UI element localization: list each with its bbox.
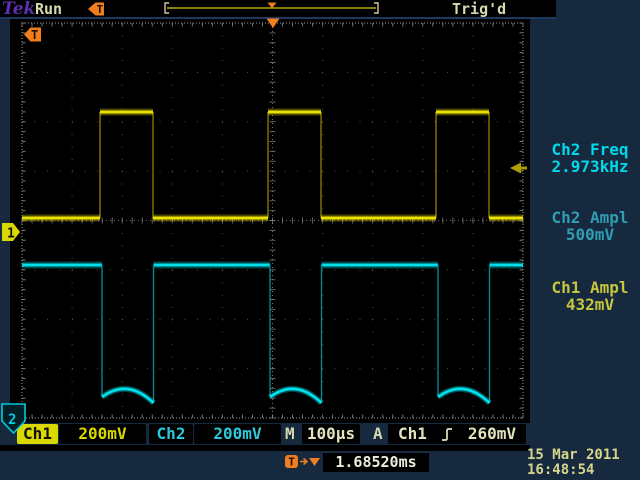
rising-edge-icon [441, 427, 453, 442]
trigger-source-readout: Ch1 260mV [388, 424, 526, 444]
measurement-value: 2.973kHz [540, 158, 640, 175]
ch2-scale-readout: 200mV [194, 424, 281, 444]
timebase-label: M [285, 424, 301, 444]
graticule-background [10, 19, 530, 423]
oscilloscope-screen: Tek Run Trig'd Ch2 Freq 2.973kHz Ch2 Amp… [0, 0, 640, 480]
trigger-status: Trig'd [452, 0, 506, 18]
measurement-ch2-freq: Ch2 Freq 2.973kHz [540, 141, 640, 175]
statusbar-underline [0, 445, 530, 451]
time-label: 16:48:54 [527, 462, 637, 478]
measurement-label: Ch1 Ampl [540, 279, 640, 296]
svg-text:T: T [288, 456, 295, 469]
date-label: 15 Mar 2011 [527, 447, 637, 463]
timebase-readout: 100µs [302, 424, 360, 444]
measurement-label: Ch2 Ampl [540, 209, 640, 226]
trigger-mode-label: A [373, 424, 387, 444]
ch1-scale-readout: 200mV [59, 424, 146, 444]
ch2-channel-badge: Ch2 [149, 424, 193, 444]
trigger-source: Ch1 [398, 424, 427, 444]
measurement-ch2-ampl: Ch2 Ampl 500mV [540, 209, 640, 243]
trigger-position-indicator: T [284, 452, 322, 470]
acquisition-status: Run [35, 0, 62, 18]
arrow-right-icon [300, 459, 307, 465]
measurement-value: 432mV [540, 296, 640, 313]
trigger-level: 260mV [468, 424, 516, 444]
trigger-position-readout: 1.68520ms [323, 453, 429, 472]
tek-logo: Tek [2, 0, 35, 18]
triangle-down-icon [309, 458, 320, 466]
measurement-ch1-ampl: Ch1 Ampl 432mV [540, 279, 640, 313]
ch1-channel-badge: Ch1 [17, 424, 58, 444]
measurement-value: 500mV [540, 226, 640, 243]
measurement-label: Ch2 Freq [540, 141, 640, 158]
